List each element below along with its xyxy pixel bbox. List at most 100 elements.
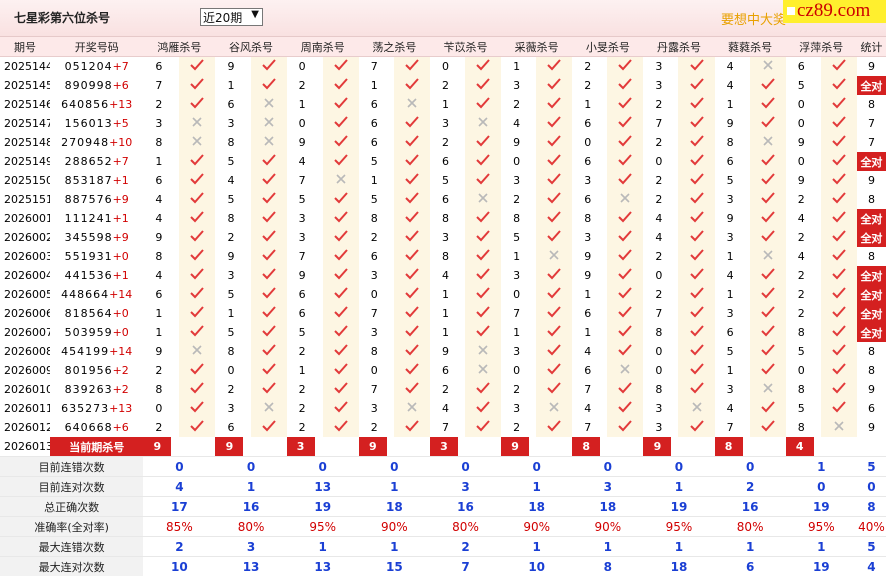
result-mark: [465, 209, 501, 228]
check-icon: [404, 229, 420, 243]
check-icon: [189, 58, 205, 72]
result-mark: [179, 285, 215, 304]
issue-cell: 2026006: [0, 304, 50, 323]
kill-value: 3: [501, 399, 536, 418]
result-mark: [251, 342, 287, 361]
check-icon: [760, 400, 776, 414]
current-kill-value: 8: [572, 437, 643, 457]
kill-value: 4: [643, 209, 678, 228]
kill-value: 3: [359, 399, 394, 418]
promo-text[interactable]: 要想中大奖: [721, 9, 786, 28]
check-icon: [546, 172, 562, 186]
result-mark: [251, 399, 287, 418]
kill-value: 5: [786, 76, 821, 95]
kill-value: 6: [430, 361, 465, 380]
col-header: 蕤蕤杀号: [715, 37, 786, 57]
result-mark: [251, 418, 287, 437]
draw-number-cell: 441536+1: [50, 266, 143, 285]
draw-number-cell: 890998+6: [50, 76, 143, 95]
result-mark: [465, 247, 501, 266]
summary-total: 5: [857, 537, 886, 557]
draw-number-cell: 270948+10: [50, 133, 143, 152]
summary-value: 3: [215, 537, 286, 557]
result-mark: [323, 323, 359, 342]
check-icon: [404, 324, 420, 338]
kill-value: 5: [715, 171, 750, 190]
check-icon: [475, 324, 491, 338]
kill-value: 2: [643, 190, 678, 209]
kill-value: 3: [643, 418, 678, 437]
result-mark: [179, 76, 215, 95]
result-mark: [536, 418, 572, 437]
table-row: 2026008454199+1498289340558: [0, 342, 886, 361]
result-mark: [179, 361, 215, 380]
kill-value: 6: [572, 361, 607, 380]
kill-value: 0: [143, 399, 179, 418]
kill-value: 0: [501, 361, 536, 380]
kill-value: 2: [501, 190, 536, 209]
result-mark: [536, 342, 572, 361]
kill-value: 2: [501, 418, 536, 437]
kill-value: 8: [501, 209, 536, 228]
result-mark: [323, 57, 359, 77]
result-mark: [536, 323, 572, 342]
result-mark: [750, 190, 786, 209]
result-mark: [323, 361, 359, 380]
kill-value: 8: [215, 133, 250, 152]
draw-digits: 454199: [61, 345, 109, 358]
period-select[interactable]: 近20期 ▼: [200, 8, 263, 26]
table-row: 2026006818564+01167176732全对: [0, 304, 886, 323]
result-mark: [821, 285, 857, 304]
stat-cell: 6: [857, 399, 886, 418]
kill-value: 1: [215, 304, 250, 323]
cross-icon: [477, 363, 489, 375]
result-mark: [536, 228, 572, 247]
summary-row: 最大连对次数101313157108186194: [0, 557, 886, 576]
check-icon: [617, 400, 633, 414]
kill-value: 3: [430, 228, 465, 247]
result-mark: [821, 247, 857, 266]
check-icon: [475, 267, 491, 281]
draw-number-cell: 640856+13: [50, 95, 143, 114]
kill-value: 4: [143, 209, 179, 228]
summary-value: 0: [359, 457, 430, 477]
kill-value: 0: [572, 133, 607, 152]
summary-value: 0: [501, 457, 572, 477]
summary-value: 1: [643, 477, 714, 497]
kill-value: 2: [287, 418, 323, 437]
kill-value: 0: [287, 57, 323, 77]
kill-value: 1: [715, 285, 750, 304]
issue-cell: 2026005: [0, 285, 50, 304]
kill-value: 1: [143, 304, 179, 323]
check-icon: [760, 362, 776, 376]
table-header-row: 期号开奖号码鸿雁杀号谷风杀号周南杀号荡之杀号苄苡杀号采薇杀号小旻杀号丹露杀号蕤蕤…: [0, 37, 886, 57]
result-mark: [394, 76, 430, 95]
stat-cell: 8: [857, 361, 886, 380]
check-icon: [831, 210, 847, 224]
kill-value: 3: [715, 380, 750, 399]
site-logo[interactable]: cz89.com: [783, 0, 886, 23]
result-mark: [394, 95, 430, 114]
draw-last-digit: +0: [113, 326, 129, 339]
kill-value: 5: [287, 323, 323, 342]
check-icon: [831, 172, 847, 186]
draw-digits: 801956: [65, 364, 113, 377]
check-icon: [189, 419, 205, 433]
result-mark: [536, 380, 572, 399]
result-mark: [323, 95, 359, 114]
kill-value: 3: [572, 171, 607, 190]
summary-value: 17: [143, 497, 215, 517]
result-mark: [678, 152, 714, 171]
draw-last-digit: +5: [113, 117, 129, 130]
stat-cell: 7: [857, 133, 886, 152]
result-mark: [179, 323, 215, 342]
summary-row: 总正确次数171619181618181916198: [0, 497, 886, 517]
draw-number-cell: 454199+14: [50, 342, 143, 361]
summary-total: 0: [857, 477, 886, 497]
kill-value: 5: [215, 152, 250, 171]
kill-value: 6: [215, 418, 250, 437]
result-mark: [465, 190, 501, 209]
kill-value: 5: [215, 323, 250, 342]
summary-value: 8: [572, 557, 643, 576]
result-mark: [607, 114, 643, 133]
